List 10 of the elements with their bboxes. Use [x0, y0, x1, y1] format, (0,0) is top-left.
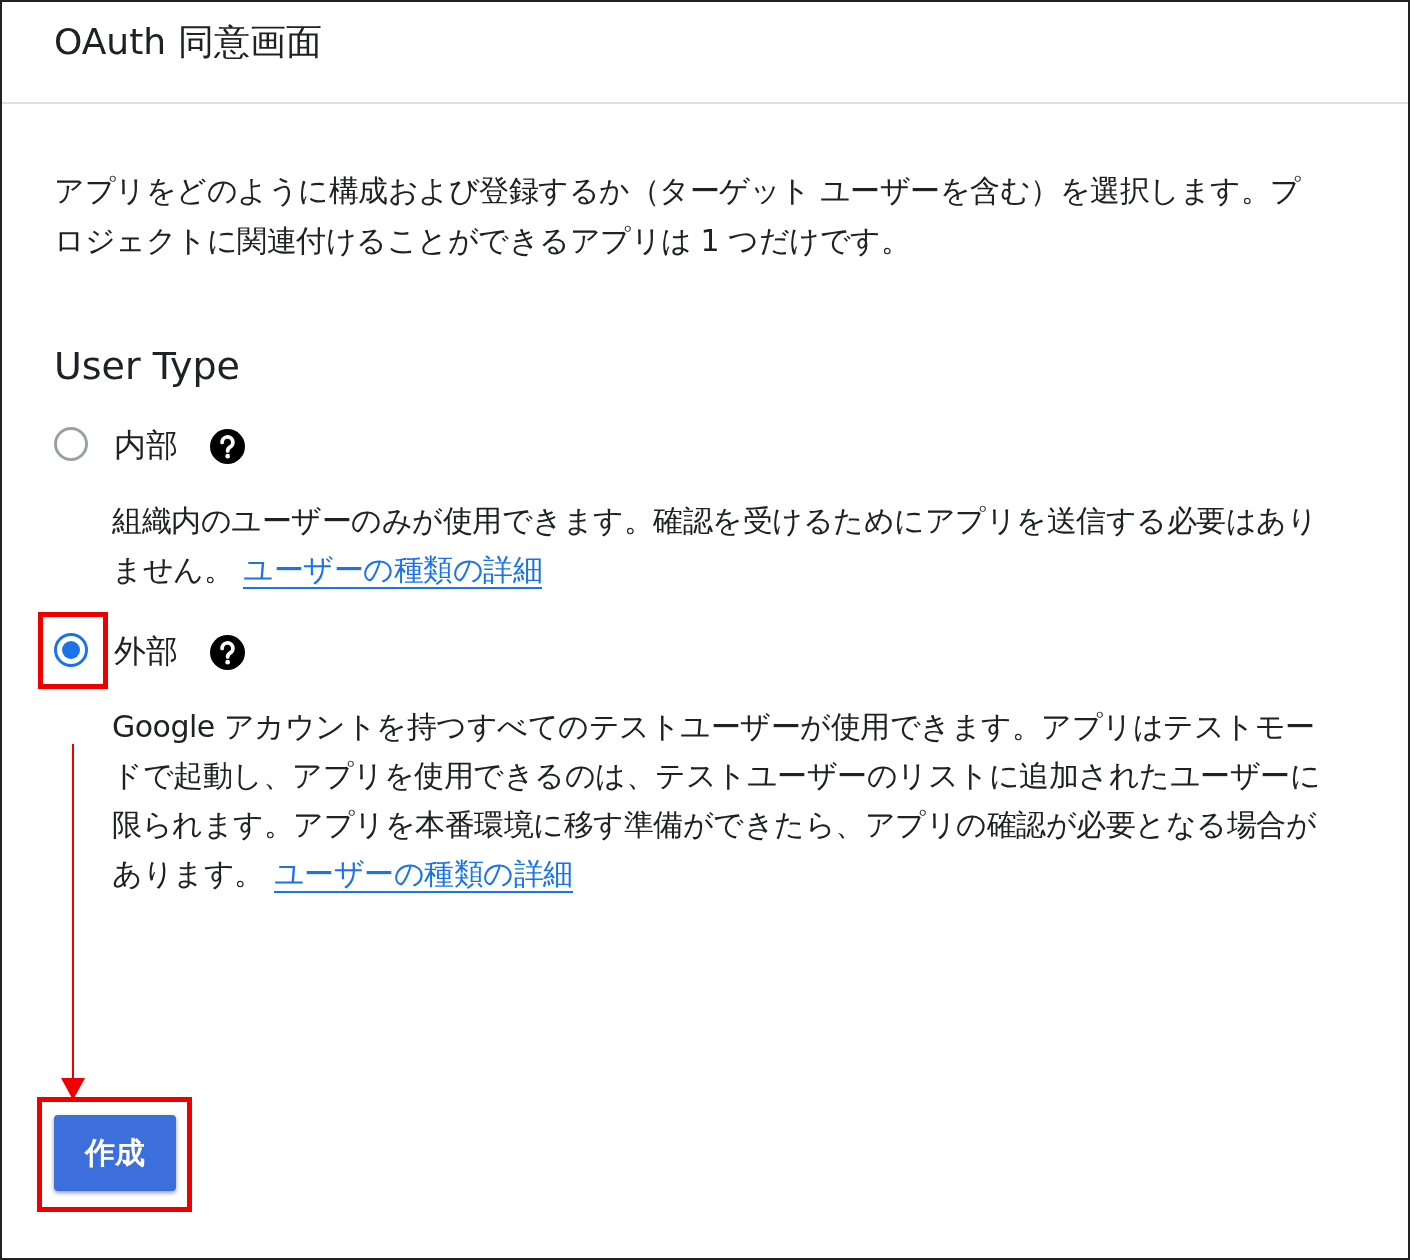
- page-title: OAuth 同意画面: [54, 19, 322, 64]
- create-button[interactable]: 作成: [54, 1115, 176, 1191]
- section-heading: User Type: [54, 344, 241, 388]
- option-label: 内部: [114, 425, 178, 466]
- option-label: 外部: [114, 631, 178, 672]
- option-description: Google アカウントを持つすべてのテストユーザーが使用できます。アプリはテストモードで起動し、アプリを使用できるのは、テストユーザーのリストに追加されたユーザーに限られます。アプリを本番環境に移す準備ができたら、アプリの確認が必要となる場合があります。 ユーザーの種類の詳細: [112, 708, 1321, 895]
- details-link[interactable]: ユーザーの種類の詳細: [273, 856, 573, 893]
- intro-text: アプリをどのように構成および登録するか（ターゲット ユーザーを含む）を選択します。プロジェクトに関連付けることができるアプリは 1 つだけです。: [54, 172, 1302, 260]
- option-description: 組織内のユーザーのみが使用できます。確認を受けるためにアプリを送信する必要はありません。 ユーザーの種類の詳細: [112, 502, 1318, 591]
- details-link[interactable]: ユーザーの種類の詳細: [243, 552, 542, 589]
